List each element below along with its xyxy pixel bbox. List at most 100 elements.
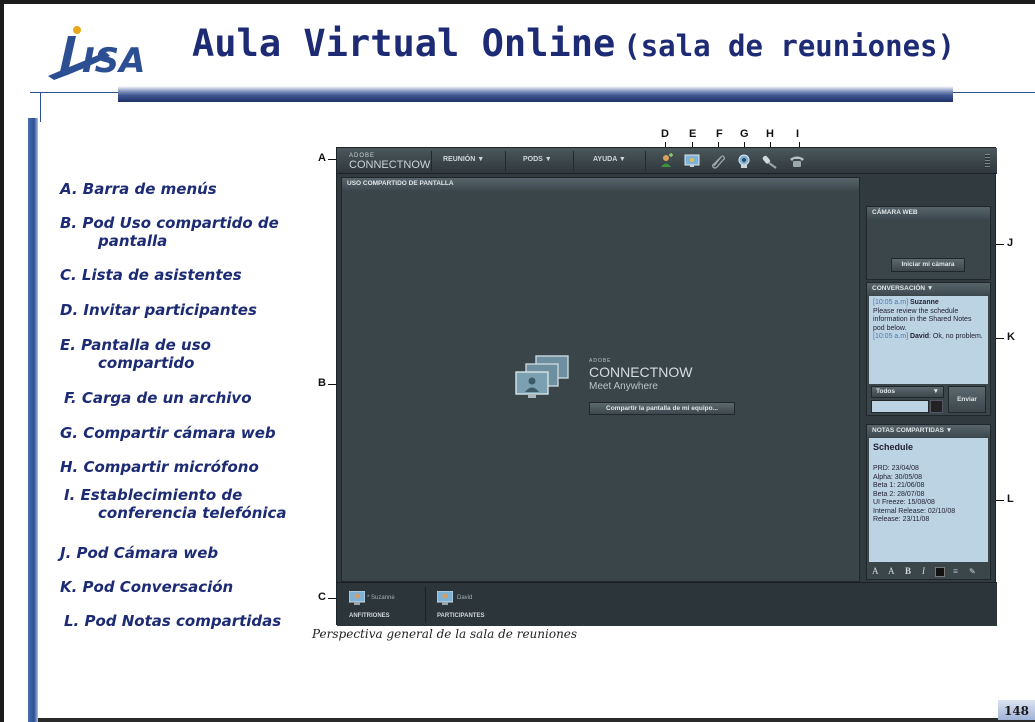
left-accent-bar [28,118,38,722]
invite-icon[interactable] [658,153,674,169]
chat-msg2-text: : Ok, no problem. [929,333,983,340]
callout-k: K [1007,331,1015,343]
participants-label: PARTICIPANTES [437,613,485,619]
font-size-up-button[interactable]: A [888,565,895,578]
monitors-icon [515,355,569,398]
share-brand: CONNECTNOW [589,364,693,380]
legend-item: I. Establecimiento de [64,486,243,504]
chat-pod: CONVERSACIÓN ▼ [10:05 a.m] Suzanne Pleas… [866,282,991,416]
title-main: Aula Virtual Online [192,22,616,65]
slide-left-border [0,0,4,722]
callout-l: L [1007,493,1014,505]
notes-line: Internal Release: 02/10/08 [873,507,956,515]
legend-item: D. Invitar participantes [60,301,257,319]
text-color-button[interactable] [935,567,945,577]
shared-notes-editor[interactable]: Schedule PRD: 23/04/08 Alpha: 30/05/08 B… [869,438,988,562]
callout-h: H [766,128,774,140]
callout-a: A [318,152,326,164]
bold-button[interactable]: B [905,565,911,578]
notes-format-toolbar: A A B I ≡ ✎ [869,565,988,578]
chat-msg2-time: [10:05 a.m] [873,333,909,340]
chat-msg2-user: David [909,333,930,340]
chat-recipient-select[interactable]: Todos ▼ [871,386,944,398]
menu-separator [505,151,506,171]
screen-share-area: ADOBE CONNECTNOW Meet Anywhere Compartir… [344,192,857,580]
menu-separator [645,151,646,171]
connectnow-window: ADOBE CONNECTNOW REUNIÓN ▼ PODS ▼ AYUDA … [336,147,997,626]
menu-help[interactable]: AYUDA ▼ [593,156,626,163]
legend-item: C. Lista de asistentes [60,266,242,284]
legend-item: H. Compartir micrófono [60,458,259,476]
app-logo: ADOBE CONNECTNOW [349,153,431,171]
legend-item: L. Pod Notas compartidas [64,612,282,630]
menu-separator [431,151,432,171]
webcam-pod-header: CÁMARA WEB [867,207,990,219]
notes-pod-header[interactable]: NOTAS COMPARTIDAS ▼ [867,425,990,437]
callout-c: C [318,591,326,603]
title-underline [118,86,953,102]
page-title: Aula Virtual Online (sala de reuniones) [192,22,955,65]
participant-name[interactable]: David [457,595,472,601]
share-my-screen-button[interactable]: Compartir la pantalla de mi equipo... [589,402,735,415]
host-avatar-icon [349,591,365,605]
menu-meeting[interactable]: REUNIÓN ▼ [443,156,484,163]
legend-item: pantalla [98,232,168,250]
callout-d: D [661,128,669,140]
phone-icon[interactable] [789,153,805,169]
notes-line: Beta 2: 28/07/08 [873,490,925,498]
logo-text: ISA [82,41,145,81]
notes-line: Release: 23/11/08 [873,516,930,523]
webcam-pod: CÁMARA WEB Iniciar mi cámara [866,206,991,280]
chat-recipient-value: Todos [876,388,896,395]
callout-e: E [689,128,697,140]
share-screen-icon[interactable] [684,153,700,169]
header-rule-vertical [40,92,41,122]
webcam-icon[interactable] [736,153,752,169]
menu-separator [573,151,574,171]
page-number: 148 [998,700,1035,720]
chat-messages: [10:05 a.m] Suzanne Please review the sc… [869,296,988,384]
share-tagline: Meet Anywhere [589,381,658,392]
slide-top-border [0,0,1035,4]
legend-item: A. Barra de menús [60,180,217,198]
list-button[interactable]: ≡ [953,565,958,578]
chevron-down-icon: ▼ [932,388,939,395]
legend-item: K. Pod Conversación [60,578,234,596]
callout-i: I [796,128,800,140]
callout-j: J [1007,237,1014,249]
start-camera-button[interactable]: Iniciar mi cámara [891,258,965,272]
isa-logo: ISA [46,24,176,84]
microphone-icon[interactable] [762,153,778,169]
shared-notes-pod: NOTAS COMPARTIDAS ▼ Schedule PRD: 23/04/… [866,424,991,580]
legend-item: B. Pod Uso compartido de [60,214,279,232]
chat-msg1-user: Suzanne [909,299,939,306]
legend-item: conferencia telefónica [98,504,287,522]
chat-color-picker[interactable] [930,400,943,413]
chat-msg1-text: Please review the schedule information i… [873,307,972,332]
screen-share-pod-header: USO COMPARTIDO DE PANTALLA [342,178,859,190]
notes-line: Alpha: 30/05/08 [873,473,923,481]
send-button[interactable]: Enviar [948,386,986,413]
chat-message-input[interactable] [871,400,929,413]
chat-pod-header[interactable]: CONVERSACIÓN ▼ [867,283,990,295]
hosts-label: ANFITRIONES [349,613,390,619]
legend-item: J. Pod Cámara web [60,544,219,562]
slide-bottom-border [30,718,1035,722]
menu-bar: ADOBE CONNECTNOW REUNIÓN ▼ PODS ▼ AYUDA … [337,148,997,174]
title-sub: (sala de reuniones) [623,29,955,63]
legend-item: E. Pantalla de uso [60,336,211,354]
font-size-down-button[interactable]: A [872,565,879,578]
clear-format-icon[interactable]: ✎ [969,565,976,578]
figure-caption: Perspectiva general de la sala de reunio… [312,627,578,641]
notes-line: UI Freeze: 15/08/08 [873,499,935,506]
upload-file-icon[interactable] [710,153,726,169]
attendee-divider [425,587,426,623]
notes-title: Schedule [873,442,914,452]
menu-grip[interactable] [985,154,990,168]
chat-msg1-time: [10:05 a.m] [873,299,909,306]
menu-pods[interactable]: PODS ▼ [523,156,552,163]
callout-g: G [740,128,749,140]
host-name[interactable]: * Suzanne [367,595,395,601]
notes-line: Beta 1: 21/06/08 [873,482,925,489]
italic-button[interactable]: I [922,565,925,578]
